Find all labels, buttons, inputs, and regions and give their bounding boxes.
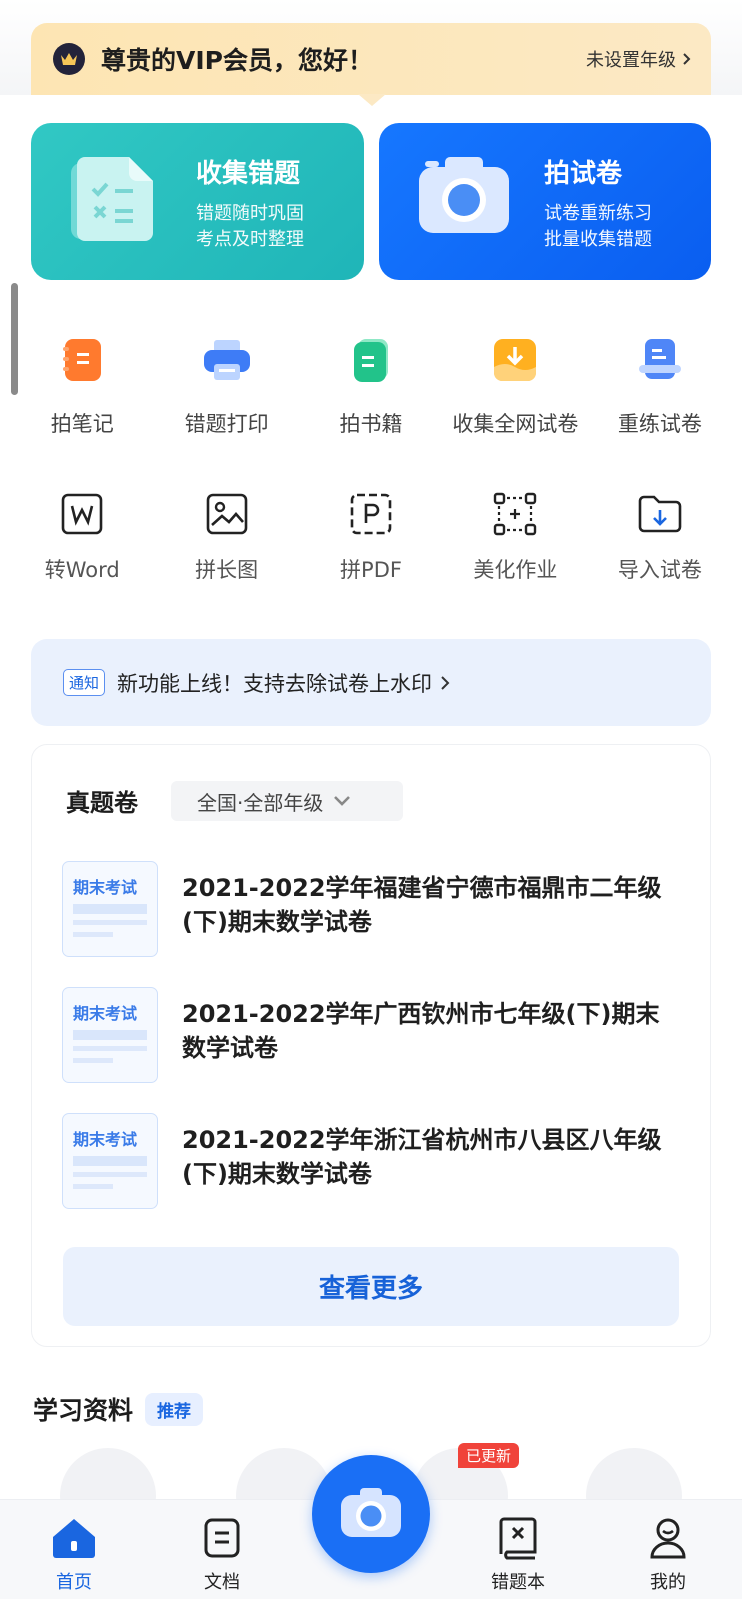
banner-pointer <box>358 94 386 106</box>
import-folder-icon <box>634 488 686 540</box>
card-subtitle: 试卷重新练习 批量收集错题 <box>544 201 652 253</box>
vip-greeting: 尊贵的VIP会员，您好！ <box>101 46 373 75</box>
tool-merge-pdf[interactable]: 拼PDF <box>299 488 443 584</box>
book-icon <box>345 334 397 386</box>
grade-selector[interactable]: 未设置年级 <box>586 46 691 72</box>
updated-badge: 已更新 <box>458 1443 520 1468</box>
tool-beautify-homework[interactable]: 美化作业 <box>443 488 587 584</box>
notice-text: 新功能上线！支持去除试卷上水印 <box>117 671 433 696</box>
document-icon <box>203 1514 241 1562</box>
tool-import-exam[interactable]: 导入试卷 <box>588 488 732 584</box>
tool-collect-web-exams[interactable]: 收集全网试卷 <box>443 334 587 438</box>
thumb-line <box>73 1030 147 1040</box>
tool-label: 重练试卷 <box>617 412 702 436</box>
tools-row-2: 转Word 拼长图 拼PDF 美化作业 导入试卷 <box>10 488 732 584</box>
thumb-line <box>73 1172 147 1177</box>
tools-row-1: 拍笔记 错题打印 拍书籍 收集全网试卷 重练试卷 <box>10 334 732 438</box>
tool-long-image[interactable]: 拼长图 <box>154 488 298 584</box>
crown-icon <box>53 43 85 75</box>
recommend-badge: 推荐 <box>145 1392 204 1426</box>
section-heading: 真题卷 <box>66 789 138 817</box>
worksheet-icon <box>67 153 159 249</box>
pdf-icon <box>345 488 397 540</box>
thumb-line <box>73 1156 147 1166</box>
mistake-book-icon <box>498 1514 538 1562</box>
tool-photo-book[interactable]: 拍书籍 <box>299 334 443 438</box>
exam-thumbnail: 期末考试 <box>62 861 158 957</box>
notebook-icon <box>56 334 108 386</box>
tab-label: 文档 <box>204 1572 240 1593</box>
thumb-label: 期末考试 <box>73 1130 138 1149</box>
tab-profile[interactable]: 我的 <box>608 1500 728 1599</box>
chevron-down-icon <box>334 796 351 806</box>
redo-paper-icon <box>634 334 686 386</box>
profile-icon <box>648 1514 688 1562</box>
exam-papers-section: 真题卷 全国·全部年级 期末考试 2021-2022学年福建省宁德市福鼎市二年级… <box>31 744 711 1347</box>
camera-icon <box>415 153 513 241</box>
exam-thumbnail: 期末考试 <box>62 1113 158 1209</box>
grade-label: 未设置年级 <box>586 50 676 71</box>
exam-thumbnail: 期末考试 <box>62 987 158 1083</box>
tool-label: 美化作业 <box>473 558 558 582</box>
notice-tag: 通知 <box>63 669 106 696</box>
section-heading: 学习资料 <box>33 1396 134 1425</box>
image-icon <box>201 488 253 540</box>
tab-documents[interactable]: 文档 <box>162 1500 282 1599</box>
tool-convert-word[interactable]: 转Word <box>10 488 154 584</box>
thumb-line <box>73 932 113 937</box>
tool-print-mistakes[interactable]: 错题打印 <box>154 334 298 438</box>
collect-mistakes-card[interactable]: 收集错题 错题随时巩固 考点及时整理 <box>31 123 364 280</box>
tab-home[interactable]: 首页 <box>14 1500 134 1599</box>
study-materials-header: 学习资料 推荐 <box>33 1391 204 1427</box>
view-more-button[interactable]: 查看更多 <box>63 1247 679 1326</box>
card-title: 收集错题 <box>196 159 301 189</box>
filter-label: 全国·全部年级 <box>197 790 324 815</box>
region-grade-filter[interactable]: 全国·全部年级 <box>171 781 403 821</box>
camera-scan-button[interactable] <box>312 1455 430 1573</box>
vip-banner[interactable]: 尊贵的VIP会员，您好！ 未设置年级 <box>31 23 711 95</box>
tool-redo-exam[interactable]: 重练试卷 <box>588 334 732 438</box>
tool-notebook[interactable]: 拍笔记 <box>10 334 154 438</box>
exam-title[interactable]: 2021-2022学年广西钦州市七年级(下)期末数学试卷 <box>182 997 672 1065</box>
tab-mistake-book[interactable]: 错题本 <box>458 1500 578 1599</box>
notice-banner[interactable]: 通知 新功能上线！支持去除试卷上水印 <box>31 639 711 726</box>
thumb-line <box>73 1184 113 1189</box>
tool-label: 拼PDF <box>340 558 402 582</box>
exam-title[interactable]: 2021-2022学年浙江省杭州市八县区八年级(下)期末数学试卷 <box>182 1123 672 1191</box>
tool-label: 转Word <box>44 558 120 582</box>
download-icon <box>489 334 541 386</box>
tab-label: 错题本 <box>491 1572 545 1593</box>
chevron-right-icon <box>441 675 450 690</box>
tool-label: 拼长图 <box>195 558 259 582</box>
card-subtitle-line: 试卷重新练习 <box>544 203 652 224</box>
card-subtitle-line: 考点及时整理 <box>196 229 304 250</box>
thumb-line <box>73 1058 113 1063</box>
thumb-label: 期末考试 <box>73 1004 138 1023</box>
card-title: 拍试卷 <box>544 159 623 189</box>
tool-label: 收集全网试卷 <box>452 412 579 436</box>
tool-label: 导入试卷 <box>617 558 702 582</box>
card-subtitle-line: 批量收集错题 <box>544 229 652 250</box>
word-icon <box>56 488 108 540</box>
tool-label: 拍笔记 <box>50 412 114 436</box>
tool-label: 拍书籍 <box>339 412 403 436</box>
photo-exam-card[interactable]: 拍试卷 试卷重新练习 批量收集错题 <box>379 123 711 280</box>
thumb-line <box>73 1046 147 1051</box>
home-screen: 尊贵的VIP会员，您好！ 未设置年级 收集错题 错题随时巩固 考点及时整理 拍试… <box>0 0 742 1599</box>
exam-title[interactable]: 2021-2022学年福建省宁德市福鼎市二年级(下)期末数学试卷 <box>182 871 672 939</box>
tab-label: 我的 <box>650 1572 686 1593</box>
printer-icon <box>201 334 253 386</box>
chevron-right-icon <box>683 53 691 65</box>
card-subtitle-line: 错题随时巩固 <box>196 203 304 224</box>
camera-icon <box>338 1485 404 1543</box>
thumb-line <box>73 920 147 925</box>
thumb-line <box>73 904 147 914</box>
tool-label: 错题打印 <box>184 412 269 436</box>
card-subtitle: 错题随时巩固 考点及时整理 <box>196 201 304 253</box>
home-icon <box>51 1514 97 1562</box>
thumb-label: 期末考试 <box>73 878 138 897</box>
beautify-icon <box>489 488 541 540</box>
tab-label: 首页 <box>56 1572 92 1593</box>
